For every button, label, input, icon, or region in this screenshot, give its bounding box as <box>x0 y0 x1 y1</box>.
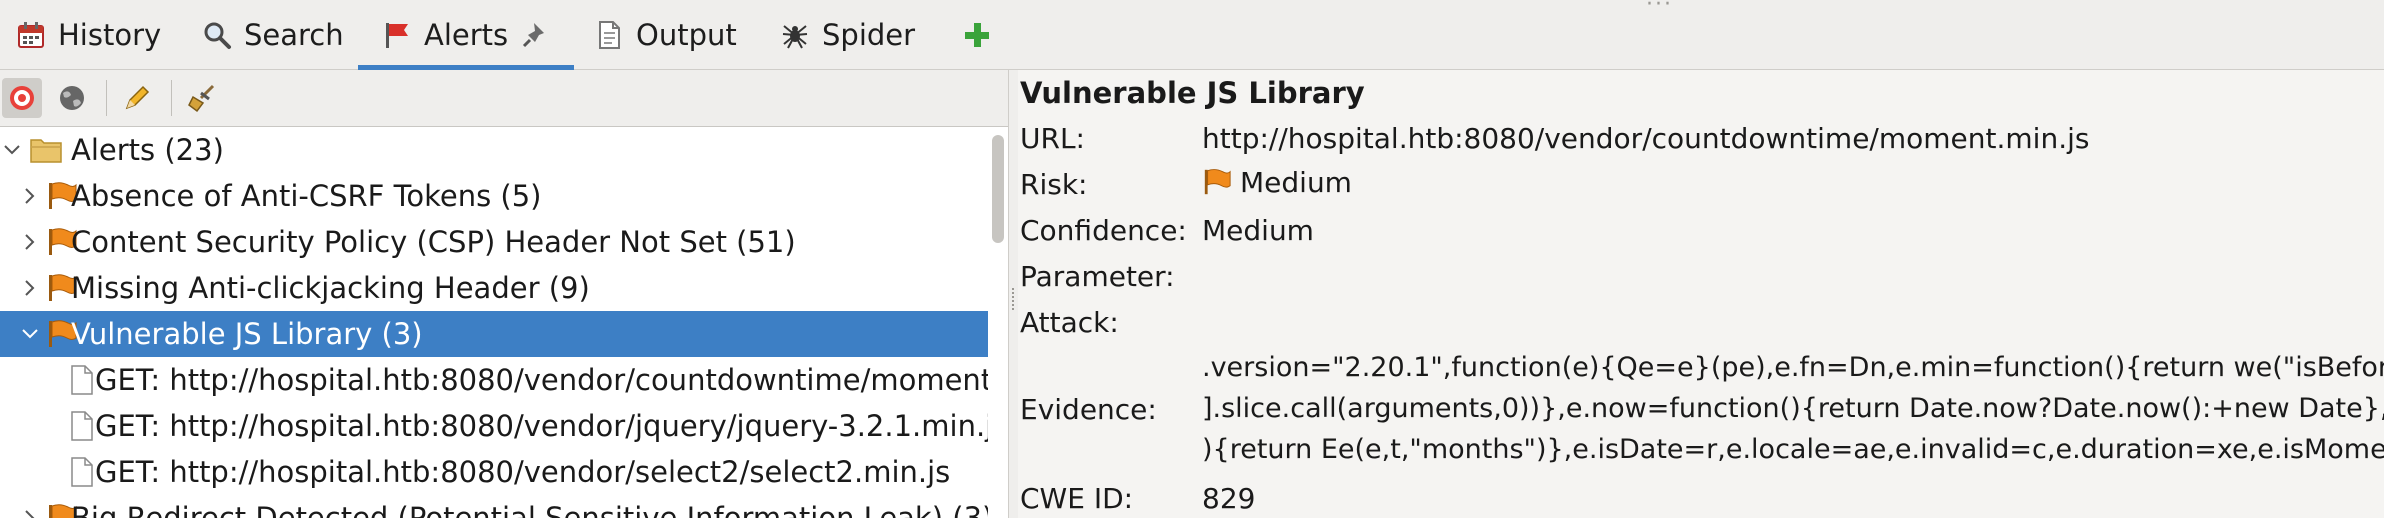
tree-child[interactable]: GET: http://hospital.htb:8080/vendor/jqu… <box>0 403 988 449</box>
alert-title: Vulnerable JS Library <box>1020 76 1365 110</box>
link-filter-button[interactable] <box>52 78 92 118</box>
confidence-label: Confidence: <box>1020 214 1187 247</box>
alert-detail-panel: Vulnerable JS Library URL: http://hospit… <box>1018 70 2384 518</box>
scope-filter-button[interactable] <box>2 78 42 118</box>
tree-item[interactable]: Big Redirect Detected (Potential Sensiti… <box>0 495 988 518</box>
tree-scrollbar[interactable] <box>988 127 1008 518</box>
globe-icon <box>60 86 84 110</box>
chevron-right-icon[interactable] <box>18 230 42 254</box>
tree-child-label: GET: http://hospital.htb:8080/vendor/jqu… <box>95 409 988 443</box>
tree-item-selected[interactable]: Vulnerable JS Library (3) <box>0 311 988 357</box>
evidence-line: ){return Ee(e,t,"months")},e.isDate=r,e.… <box>1202 434 2384 465</box>
evidence-line: ].slice.call(arguments,0))},e.now=functi… <box>1202 393 2384 424</box>
tree-child-label: GET: http://hospital.htb:8080/vendor/sel… <box>95 455 951 489</box>
tab-history[interactable]: History <box>14 0 161 70</box>
target-icon <box>10 86 34 110</box>
delete-alerts-button[interactable] <box>182 78 222 118</box>
document-icon <box>592 18 626 52</box>
tree-item-label: Big Redirect Detected (Potential Sensiti… <box>71 501 988 518</box>
alerts-panel: Alerts (23) Absence of Anti-CSRF Tokens … <box>0 70 1008 518</box>
calendar-icon <box>14 18 48 52</box>
tab-label: Alerts <box>424 18 509 52</box>
tree-item-label: Vulnerable JS Library (3) <box>71 317 423 351</box>
chevron-down-icon[interactable] <box>0 138 24 162</box>
flag-icon <box>380 18 414 52</box>
edit-alert-button[interactable] <box>117 78 157 118</box>
tree-child[interactable]: GET: http://hospital.htb:8080/vendor/sel… <box>0 449 988 495</box>
tree-item-label: Absence of Anti-CSRF Tokens (5) <box>71 179 542 213</box>
toolbar-separator <box>106 80 107 116</box>
tree-item[interactable]: Missing Anti-clickjacking Header (9) <box>0 265 988 311</box>
tree-item[interactable]: Absence of Anti-CSRF Tokens (5) <box>0 173 988 219</box>
cwe-value: 829 <box>1202 482 1256 515</box>
chevron-right-icon[interactable] <box>18 506 42 518</box>
tree-root-label: Alerts (23) <box>71 133 224 167</box>
tab-label: History <box>58 18 162 52</box>
magnifier-icon <box>200 18 234 52</box>
tab-alerts[interactable]: Alerts <box>357 0 575 70</box>
parameter-label: Parameter: <box>1020 260 1175 293</box>
toolbar-separator <box>171 80 172 116</box>
attack-label: Attack: <box>1020 306 1119 339</box>
splitter-grip-icon <box>1012 288 1016 310</box>
plus-icon <box>960 18 994 52</box>
risk-value: Medium <box>1240 166 1352 199</box>
drag-grip-icon[interactable]: ··· <box>1646 0 1673 16</box>
pencil-icon <box>125 85 150 110</box>
tree-root[interactable]: Alerts (23) <box>0 127 988 173</box>
tab-label: Spider <box>822 18 916 52</box>
risk-value-container: Medium <box>1202 166 1352 204</box>
evidence-line: .version="2.20.1",function(e){Qe=e}(pe),… <box>1202 352 2384 383</box>
spider-icon <box>778 18 812 52</box>
alerts-toolbar <box>0 70 1008 126</box>
scrollbar-thumb[interactable] <box>992 135 1004 243</box>
confidence-value: Medium <box>1202 214 1314 247</box>
chevron-down-icon[interactable] <box>18 322 42 346</box>
add-tab-button[interactable] <box>960 0 1004 70</box>
tab-spider[interactable]: Spider <box>778 0 915 70</box>
tab-label: Search <box>244 18 344 52</box>
tab-search[interactable]: Search <box>200 0 344 70</box>
pin-icon[interactable] <box>518 18 552 52</box>
tab-bar: History Search Alerts Output Spider ··· <box>0 0 2384 70</box>
chevron-right-icon[interactable] <box>18 276 42 300</box>
url-label: URL: <box>1020 122 1085 155</box>
tree-item-label: Missing Anti-clickjacking Header (9) <box>71 271 590 305</box>
folder-icon <box>28 132 64 168</box>
medium-risk-flag-icon <box>1202 167 1232 204</box>
broom-icon <box>188 84 215 113</box>
tab-output[interactable]: Output <box>592 0 737 70</box>
evidence-label: Evidence: <box>1020 393 1157 426</box>
tree-item-label: Content Security Policy (CSP) Header Not… <box>71 225 796 259</box>
chevron-right-icon[interactable] <box>18 184 42 208</box>
tree-child[interactable]: GET: http://hospital.htb:8080/vendor/cou… <box>0 357 988 403</box>
tree-item[interactable]: Content Security Policy (CSP) Header Not… <box>0 219 988 265</box>
url-value: http://hospital.htb:8080/vendor/countdow… <box>1202 122 2090 155</box>
tab-label: Output <box>636 18 737 52</box>
risk-label: Risk: <box>1020 168 1088 201</box>
alerts-tree: Alerts (23) Absence of Anti-CSRF Tokens … <box>0 126 1008 518</box>
panel-splitter[interactable] <box>1008 70 1018 518</box>
cwe-label: CWE ID: <box>1020 482 1134 515</box>
tree-child-label: GET: http://hospital.htb:8080/vendor/cou… <box>95 363 988 397</box>
